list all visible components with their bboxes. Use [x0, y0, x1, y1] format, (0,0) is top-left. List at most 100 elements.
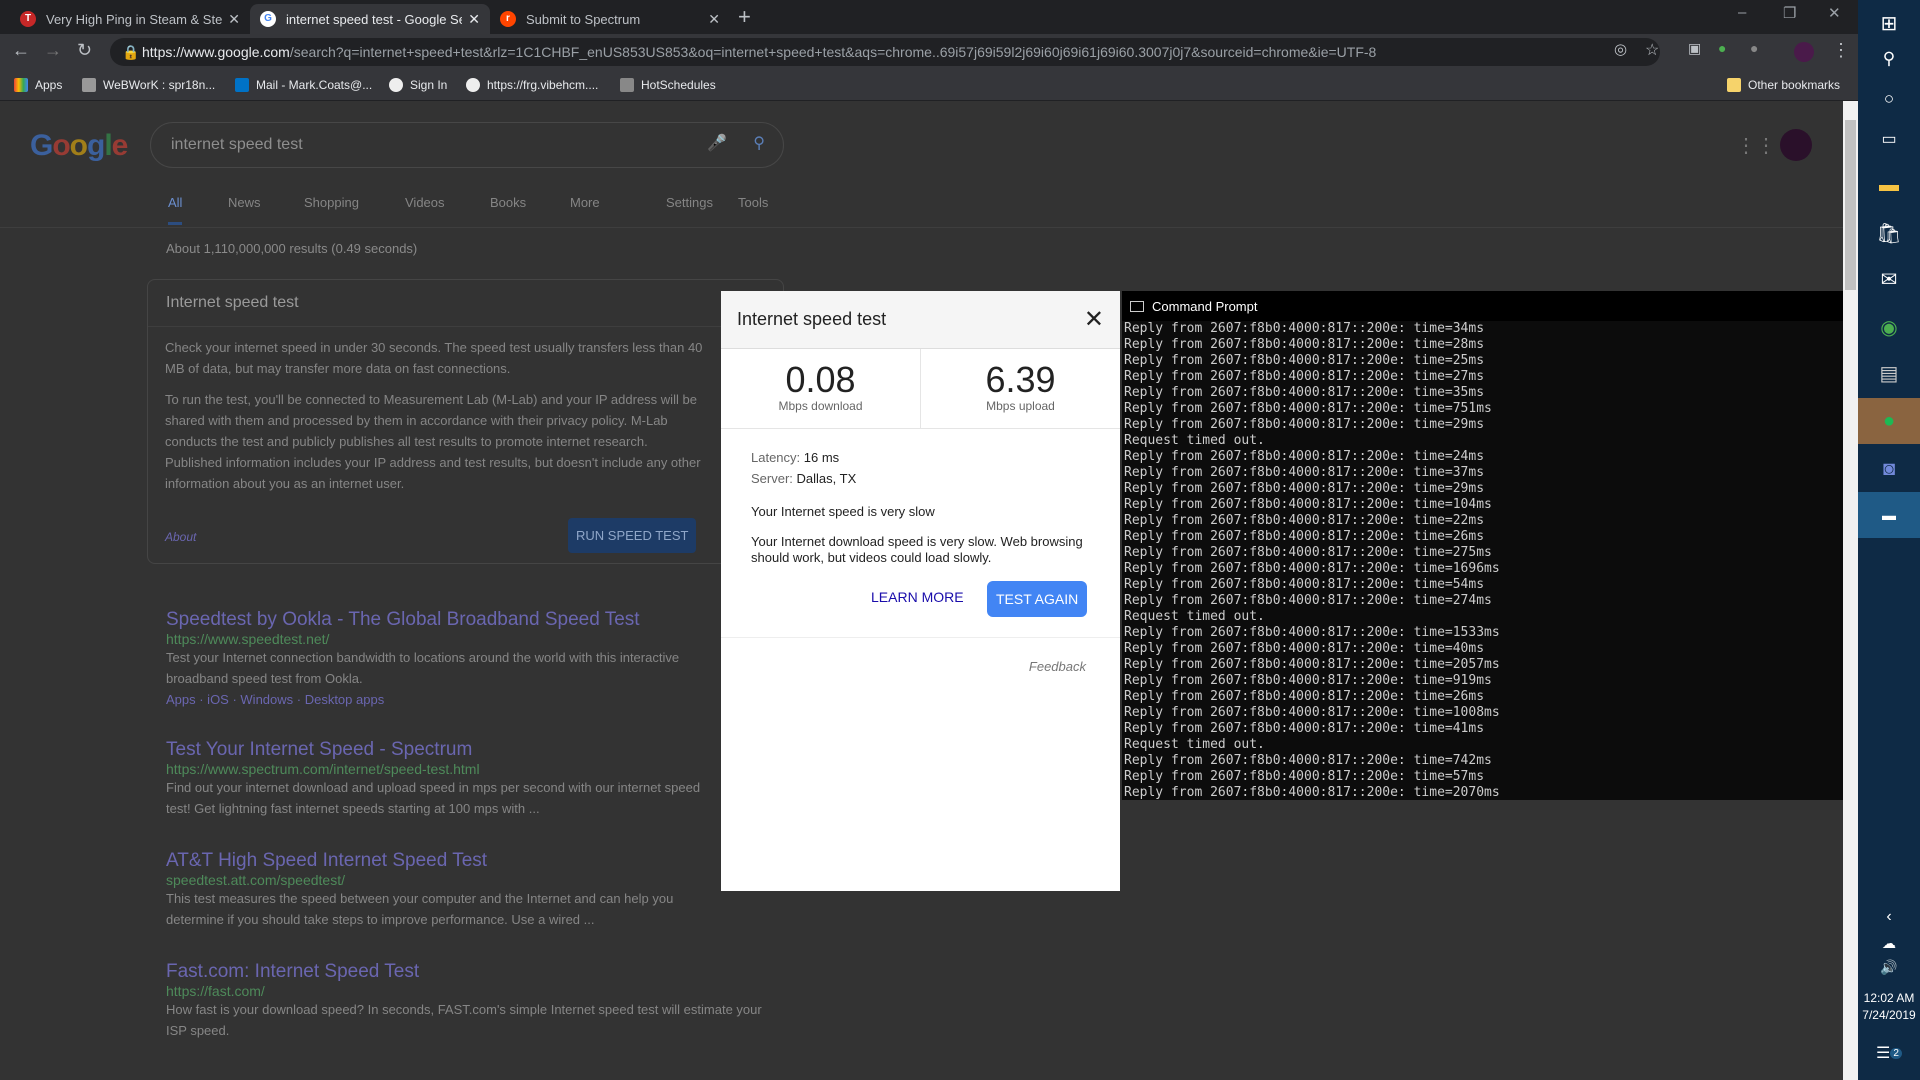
close-window-button[interactable]: ✕: [1828, 4, 1841, 22]
browser-tab-active[interactable]: Ginternet speed test - Google Sear ✕: [250, 4, 490, 34]
tab-all[interactable]: All: [168, 195, 183, 225]
steam-forum-icon: T: [20, 11, 36, 27]
discord-icon[interactable]: ◙: [1858, 446, 1920, 492]
extension-icon[interactable]: ●: [1750, 40, 1758, 56]
tab-books[interactable]: Books: [490, 195, 526, 210]
card-text-2: To run the test, you'll be connected to …: [165, 392, 701, 491]
download-value: 0.08: [785, 359, 856, 400]
google-logo[interactable]: Google: [30, 129, 128, 163]
learn-more-link[interactable]: LEARN MORE: [871, 589, 964, 605]
forward-icon[interactable]: →: [44, 40, 62, 61]
result-title[interactable]: Speedtest by Ookla - The Global Broadban…: [166, 609, 711, 631]
address-bar[interactable]: 🔒 https://www.google.com/search?q=interne…: [110, 38, 1660, 66]
profile-avatar[interactable]: [1794, 42, 1814, 62]
cmd-line: Reply from 2607:f8b0:4000:817::200e: tim…: [1124, 577, 1485, 592]
volume-icon[interactable]: 🔊: [1858, 944, 1920, 990]
sitelinks[interactable]: Apps · iOS · Windows · Desktop apps: [166, 689, 711, 710]
back-icon[interactable]: ←: [12, 40, 30, 61]
result-url: https://fast.com/: [166, 983, 265, 999]
other-bookmarks[interactable]: Other bookmarks: [1727, 78, 1840, 92]
upload-metric: 6.39 Mbps upload: [921, 349, 1120, 429]
microphone-icon[interactable]: 🎤: [707, 133, 727, 153]
speed-detail: Your Internet download speed is very slo…: [751, 534, 1083, 565]
close-tab-icon[interactable]: ✕: [468, 11, 480, 28]
tools-link[interactable]: Tools: [738, 195, 768, 210]
feedback-link[interactable]: Feedback: [1029, 659, 1086, 674]
cmd-output[interactable]: Reply from 2607:f8b0:4000:817::200e: tim…: [1122, 321, 1858, 801]
result-title[interactable]: Test Your Internet Speed - Spectrum: [166, 739, 711, 761]
cmd-line: Reply from 2607:f8b0:4000:817::200e: tim…: [1124, 545, 1492, 560]
windows-taskbar: ⊞ ⚲ ○ ▭ ▬ 🛍 ✉ ◉ ▤ ● ◙ ▬ ‹ ☁ 🔊 ☰ 2: [1858, 0, 1920, 1080]
browser-tab[interactable]: r Submit to Spectrum ✕: [490, 4, 730, 34]
system-clock[interactable]: 12:02 AM 7/24/2019: [1858, 990, 1920, 1024]
bookmark-label: WeBWorK : spr18n...: [103, 78, 216, 92]
result-title[interactable]: AT&T High Speed Internet Speed Test: [166, 850, 711, 872]
file-explorer-icon[interactable]: ▬: [1858, 162, 1920, 208]
bookmark-hotschedules[interactable]: HotSchedules: [620, 78, 716, 92]
divider: [721, 637, 1120, 638]
tab-news[interactable]: News: [228, 195, 261, 210]
test-again-button[interactable]: TEST AGAIN: [987, 581, 1088, 617]
tab-shopping[interactable]: Shopping: [304, 195, 359, 210]
close-tab-icon[interactable]: ✕: [708, 11, 720, 28]
cmd-line: Reply from 2607:f8b0:4000:817::200e: tim…: [1124, 497, 1492, 512]
bookmark-star-icon[interactable]: ☆: [1645, 40, 1659, 60]
cmd-line: Reply from 2607:f8b0:4000:817::200e: tim…: [1124, 593, 1492, 608]
cmd-line: Reply from 2607:f8b0:4000:817::200e: tim…: [1124, 337, 1485, 352]
extension-icon[interactable]: ▣: [1688, 40, 1701, 57]
location-icon[interactable]: ◎: [1614, 40, 1627, 58]
close-icon[interactable]: ✕: [1084, 305, 1104, 334]
extension-icon[interactable]: ●: [1718, 40, 1726, 56]
search-input[interactable]: internet speed test 🎤 ⚲: [150, 122, 784, 168]
webwork-icon: [82, 78, 96, 92]
cmd-line: Reply from 2607:f8b0:4000:817::200e: tim…: [1124, 657, 1500, 672]
search-icon[interactable]: ⚲: [753, 133, 765, 153]
about-link[interactable]: About: [165, 530, 196, 544]
command-prompt-icon[interactable]: ▬: [1858, 492, 1920, 538]
notification-count: 2: [1890, 1047, 1902, 1059]
bookmark-label: Sign In: [410, 78, 448, 92]
bookmark-webwork[interactable]: WeBWorK : spr18n...: [82, 78, 215, 92]
reload-icon[interactable]: ↻: [77, 40, 92, 61]
tab-videos[interactable]: Videos: [405, 195, 445, 210]
cmd-line: Reply from 2607:f8b0:4000:817::200e: tim…: [1124, 513, 1485, 528]
run-speed-test-button[interactable]: RUN SPEED TEST: [568, 518, 697, 553]
latency-value: 16 ms: [803, 450, 840, 465]
upload-label: Mbps upload: [986, 399, 1055, 413]
mail-icon[interactable]: ✉: [1858, 256, 1920, 302]
url-host: https://www.google.com: [142, 44, 290, 60]
result-snippet: Test your Internet connection bandwidth …: [166, 650, 680, 686]
bookmark-mail[interactable]: Mail - Mark.Coats@...: [235, 78, 372, 92]
cmd-line: Reply from 2607:f8b0:4000:817::200e: tim…: [1124, 769, 1485, 784]
tab-title: internet speed test - Google Sear: [286, 11, 463, 27]
bookmark-label: Mail - Mark.Coats@...: [256, 78, 373, 92]
action-center-icon[interactable]: ☰ 2: [1858, 1030, 1920, 1076]
cmd-title-bar[interactable]: Command Prompt: [1122, 291, 1858, 321]
result-url: https://www.speedtest.net/: [166, 631, 330, 647]
restore-button[interactable]: ❐: [1783, 4, 1796, 22]
folder-icon: [1727, 78, 1741, 92]
result-title[interactable]: Fast.com: Internet Speed Test: [166, 961, 766, 983]
menu-icon[interactable]: ⋮: [1832, 40, 1850, 61]
latency: Latency: 16 ms: [751, 450, 839, 465]
performance-monitor-icon[interactable]: ▤: [1858, 350, 1920, 396]
store-icon[interactable]: 🛍: [1858, 210, 1920, 256]
task-view-icon[interactable]: ▭: [1858, 116, 1920, 162]
search-result: Fast.com: Internet Speed Test https://fa…: [166, 961, 766, 1041]
cmd-line: Reply from 2607:f8b0:4000:817::200e: tim…: [1124, 689, 1485, 704]
chrome-icon[interactable]: ◉: [1858, 304, 1920, 350]
download-label: Mbps download: [778, 399, 863, 413]
settings-link[interactable]: Settings: [666, 195, 713, 210]
scrollbar-thumb[interactable]: [1845, 120, 1856, 290]
minimize-button[interactable]: –: [1738, 4, 1746, 21]
tab-more[interactable]: More: [570, 195, 600, 210]
close-tab-icon[interactable]: ✕: [228, 11, 240, 28]
bookmark-apps[interactable]: Apps: [14, 78, 62, 92]
spotify-icon[interactable]: ●: [1858, 398, 1920, 444]
account-avatar[interactable]: [1780, 129, 1812, 161]
bookmark-vibehcm[interactable]: https://frg.vibehcm....: [466, 78, 598, 92]
browser-tab[interactable]: T Very High Ping in Steam & Steam ✕: [10, 4, 250, 34]
globe-icon: [466, 78, 480, 92]
bookmark-signin[interactable]: Sign In: [389, 78, 447, 92]
new-tab-button[interactable]: +: [738, 4, 751, 30]
